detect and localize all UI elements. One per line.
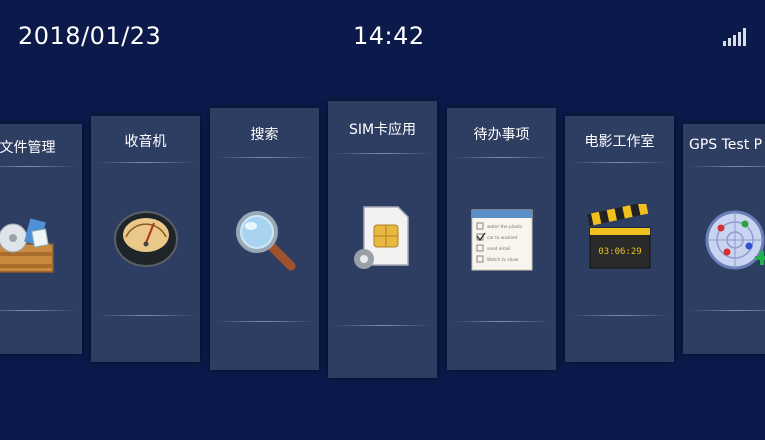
- todo-item-text: send email: [487, 246, 511, 252]
- card-divider: [216, 157, 313, 158]
- card-divider: [453, 321, 550, 322]
- card-divider: [334, 325, 431, 326]
- app-label: 待办事项: [473, 127, 530, 143]
- file-manager-icon: [0, 208, 61, 280]
- card-divider: [97, 162, 194, 163]
- movie-clapper-icon: 03:06:29: [584, 204, 656, 276]
- search-icon: [229, 204, 301, 276]
- card-divider: [0, 166, 76, 167]
- card-divider: [571, 162, 668, 163]
- app-card-movie-studio[interactable]: 电影工作室 03:06:29: [565, 116, 674, 362]
- app-label: 收音机: [124, 134, 167, 150]
- card-divider: [216, 321, 313, 322]
- card-divider: [334, 153, 431, 154]
- app-label: GPS Test P: [689, 137, 763, 153]
- card-divider: [689, 166, 765, 167]
- app-card-search[interactable]: 搜索: [210, 108, 319, 370]
- clapper-timecode: 03:06:29: [598, 247, 641, 257]
- status-date: 2018/01/23: [18, 22, 162, 50]
- sim-card-icon: [348, 201, 420, 273]
- app-card-gps-test[interactable]: GPS Test P: [683, 124, 765, 354]
- app-card-file-manager[interactable]: 文件管理: [0, 124, 82, 354]
- radio-icon: [110, 201, 182, 273]
- app-label: 文件管理: [0, 140, 56, 156]
- app-card-todo[interactable]: 待办事项 water the plants car to washed send…: [447, 108, 556, 370]
- card-divider: [453, 157, 550, 158]
- card-divider: [689, 310, 765, 311]
- card-divider: [571, 315, 668, 316]
- status-time: 14:42: [353, 22, 425, 50]
- app-label: SIM卡应用: [348, 122, 417, 138]
- card-divider: [0, 310, 76, 311]
- app-card-radio[interactable]: 收音机: [91, 116, 200, 362]
- card-divider: [97, 315, 194, 316]
- todo-item-text: Watch tv show: [487, 257, 519, 263]
- app-label: 电影工作室: [584, 134, 655, 150]
- todo-item-text: water the plants: [487, 224, 523, 230]
- gps-radar-icon: [701, 206, 765, 278]
- todo-list-icon: water the plants car to washed send emai…: [466, 204, 538, 276]
- app-card-sim[interactable]: SIM卡应用: [328, 101, 437, 378]
- todo-item-text: car to washed: [487, 235, 518, 241]
- signal-strength-icon: [723, 28, 749, 46]
- app-label: 搜索: [250, 127, 279, 143]
